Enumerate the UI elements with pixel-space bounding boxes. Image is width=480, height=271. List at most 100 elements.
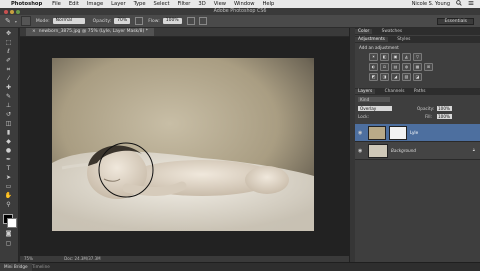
eyedropper-tool-icon[interactable]: ⁄ [3, 75, 14, 83]
clone-stamp-tool-icon[interactable]: ⊥ [3, 102, 14, 110]
doc-size-info[interactable]: Doc: 24.3M/37.3M [64, 256, 100, 261]
menu-edit[interactable]: Edit [69, 1, 79, 7]
visibility-eye-icon[interactable]: ◉ [358, 130, 362, 136]
lasso-tool-icon[interactable]: ℓ [3, 48, 14, 56]
menu-type[interactable]: Type [134, 1, 146, 7]
close-tab-icon[interactable]: × [32, 29, 36, 34]
menu-window[interactable]: Window [234, 1, 254, 7]
pen-tool-icon[interactable]: ✒ [3, 156, 14, 164]
marquee-tool-icon[interactable]: ⬚ [3, 39, 14, 47]
crop-tool-icon[interactable]: ⌗ [3, 66, 14, 74]
airbrush-toggle[interactable] [186, 17, 195, 25]
search-icon[interactable] [456, 0, 462, 8]
black-white-icon[interactable]: ▤ [391, 63, 400, 71]
window-title-bar: Adobe Photoshop CS6 [0, 8, 480, 15]
tab-color[interactable]: Color [355, 29, 373, 34]
brush-size-picker[interactable]: ▾ [15, 19, 17, 24]
brightness-contrast-icon[interactable]: ☀ [369, 53, 378, 61]
document-tab[interactable]: × newborn_3875.jpg @ 75% (Lyle, Layer Mas… [26, 28, 154, 36]
eraser-tool-icon[interactable]: ◫ [3, 120, 14, 128]
pressure-size-toggle[interactable] [198, 17, 207, 25]
brush-tool-icon-panel[interactable]: ✎ [3, 93, 14, 101]
tab-channels[interactable]: Channels [385, 89, 405, 94]
visibility-eye-icon[interactable]: ◉ [358, 148, 362, 154]
lock-icon: 🔒︎ [472, 147, 475, 152]
screen-mode-icon[interactable]: ▢ [3, 240, 14, 248]
layer-name[interactable]: Background [391, 148, 416, 153]
tab-layers[interactable]: Layers [355, 89, 376, 94]
menu-select[interactable]: Select [154, 1, 170, 7]
layer-thumbnail [368, 126, 386, 140]
menu-layer[interactable]: Layer [111, 1, 125, 7]
menu-view[interactable]: View [214, 1, 226, 7]
menu-image[interactable]: Image [87, 1, 103, 7]
photo-filter-icon[interactable]: ◍ [402, 63, 411, 71]
opacity-input[interactable]: 70% [114, 18, 131, 24]
quick-mask-icon[interactable]: ◙ [3, 230, 14, 238]
background-color-swatch[interactable] [7, 218, 17, 228]
minimize-window-icon[interactable] [10, 9, 14, 14]
flow-input[interactable]: 100% [162, 18, 182, 24]
path-select-tool-icon[interactable]: ➤ [3, 174, 14, 182]
gradient-tool-icon[interactable]: ▮ [3, 129, 14, 137]
layer-opacity-label: Opacity: [417, 106, 435, 111]
tools-panel: ✥ ⬚ ℓ ✐ ⌗ ⁄ ✚ ✎ ⊥ ↺ ◫ ▮ ◆ ● ✒ T ➤ ▭ ✋ ⚲ … [0, 28, 19, 262]
opacity-label: Opacity: [92, 18, 112, 24]
layer-row-background[interactable]: ◉ Background 🔒︎ [355, 142, 480, 160]
curves-icon[interactable]: ▣ [391, 53, 400, 61]
tab-swatches[interactable]: Swatches [382, 29, 403, 34]
zoom-level[interactable]: 75% [24, 256, 33, 261]
document-canvas[interactable] [52, 58, 314, 231]
gradient-map-icon[interactable]: ▧ [402, 73, 411, 81]
menu-3d[interactable]: 3D [198, 1, 205, 7]
tab-styles[interactable]: Styles [397, 37, 410, 42]
layer-filter-select[interactable]: Kind [358, 97, 390, 102]
filter-kind-label: Kind [360, 97, 370, 102]
dodge-tool-icon[interactable]: ● [3, 147, 14, 155]
menu-filter[interactable]: Filter [178, 1, 191, 7]
close-window-icon[interactable] [4, 9, 8, 14]
layer-row-lyle[interactable]: ◉ Lyle [355, 124, 480, 142]
color-balance-icon[interactable]: ⚖ [380, 63, 389, 71]
vibrance-icon[interactable]: ▽ [413, 53, 422, 61]
pressure-opacity-toggle[interactable] [135, 17, 144, 25]
menu-file[interactable]: File [52, 1, 61, 7]
layer-mask-thumbnail[interactable] [389, 126, 407, 140]
invert-icon[interactable]: ◩ [369, 73, 378, 81]
menu-help[interactable]: Help [263, 1, 275, 7]
channel-mixer-icon[interactable]: ▦ [413, 63, 422, 71]
document-tab-bar: × newborn_3875.jpg @ 75% (Lyle, Layer Mas… [20, 28, 349, 36]
hand-tool-icon[interactable]: ✋ [3, 192, 14, 200]
quick-select-tool-icon[interactable]: ✐ [3, 57, 14, 65]
brush-panel-icon[interactable] [20, 16, 31, 26]
blur-tool-icon[interactable]: ◆ [3, 138, 14, 146]
selective-color-icon[interactable]: ◪ [413, 73, 422, 81]
layer-name[interactable]: Lyle [410, 130, 418, 135]
type-tool-icon[interactable]: T [3, 165, 14, 173]
posterize-icon[interactable]: ◨ [380, 73, 389, 81]
fill-input[interactable]: 100% [437, 114, 452, 119]
menu-list-icon[interactable] [468, 0, 474, 8]
zoom-tool-icon[interactable]: ⚲ [3, 201, 14, 209]
user-name[interactable]: Nicole S. Young [412, 1, 450, 7]
shape-tool-icon[interactable]: ▭ [3, 183, 14, 191]
color-lookup-icon[interactable]: ⊞ [424, 63, 433, 71]
threshold-icon[interactable]: ◢ [391, 73, 400, 81]
workspace-switcher[interactable]: Essentials [437, 18, 474, 25]
exposure-icon[interactable]: ◭ [402, 53, 411, 61]
brush-tool-icon[interactable]: ✎ [5, 17, 11, 25]
layer-thumbnail [368, 144, 388, 158]
healing-brush-tool-icon[interactable]: ✚ [3, 84, 14, 92]
hue-saturation-icon[interactable]: ◐ [369, 63, 378, 71]
zoom-window-icon[interactable] [16, 9, 20, 14]
move-tool-icon[interactable]: ✥ [3, 30, 14, 38]
tab-adjustments[interactable]: Adjustments [355, 37, 388, 42]
blend-mode-select[interactable]: Overlay [358, 106, 392, 111]
mode-select[interactable]: Normal [52, 18, 85, 24]
document-tab-label: newborn_3875.jpg @ 75% (Lyle, Layer Mask… [38, 29, 148, 34]
app-menu[interactable]: Photoshop [11, 1, 42, 7]
levels-icon[interactable]: ◧ [380, 53, 389, 61]
layer-opacity-input[interactable]: 100% [437, 106, 452, 111]
tab-paths[interactable]: Paths [414, 89, 426, 94]
history-brush-tool-icon[interactable]: ↺ [3, 111, 14, 119]
